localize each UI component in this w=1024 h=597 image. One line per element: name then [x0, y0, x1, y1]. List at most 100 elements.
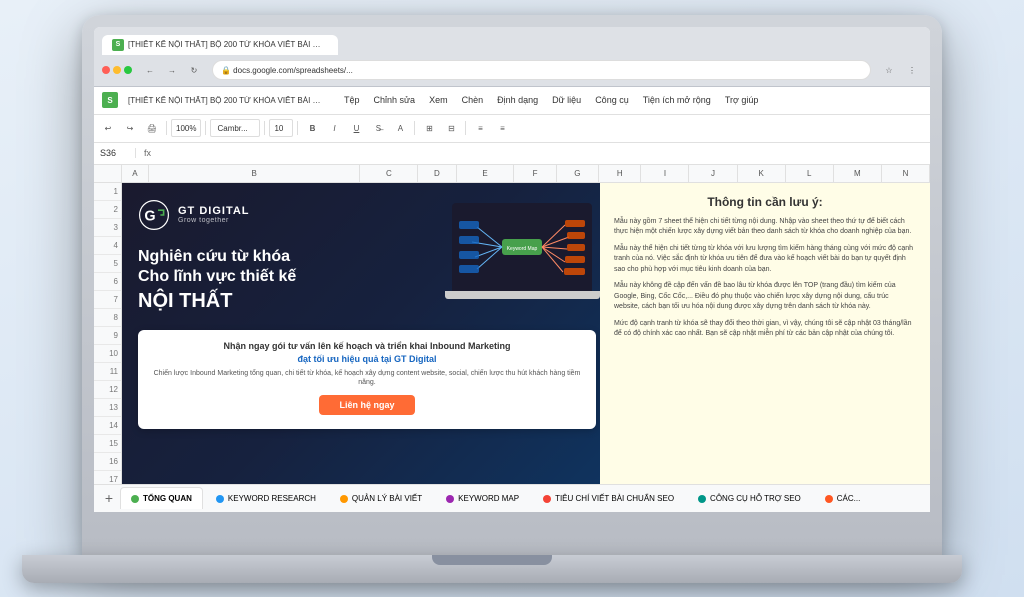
- col-header-m[interactable]: M: [834, 165, 882, 182]
- col-header-d[interactable]: D: [418, 165, 456, 182]
- tab-label-cong-cu: CÔNG CỤ HỖ TRỢ SEO: [710, 494, 801, 503]
- card-title-line2: đạt tối ưu hiệu quả tại GT Digital: [152, 353, 582, 366]
- tab-dot-quan-ly: [340, 495, 348, 503]
- separator: [166, 121, 167, 135]
- row-14: 14: [94, 417, 121, 435]
- row-7: 7: [94, 291, 121, 309]
- row-4: 4: [94, 237, 121, 255]
- sheet-tab-tong-quan[interactable]: TỔNG QUAN: [120, 487, 203, 509]
- align-center-button[interactable]: ≡: [492, 118, 512, 138]
- back-button[interactable]: ←: [140, 60, 160, 80]
- svg-text:G: G: [144, 208, 155, 224]
- maximize-dot[interactable]: [124, 66, 132, 74]
- laptop-base: [22, 555, 962, 583]
- row-9: 9: [94, 327, 121, 345]
- tab-dot-misc: [825, 495, 833, 503]
- undo-button[interactable]: ↩: [98, 118, 118, 138]
- menu-edit[interactable]: Chỉnh sửa: [370, 93, 420, 107]
- separator2: [205, 121, 206, 135]
- row-3: 3: [94, 219, 121, 237]
- row-12: 12: [94, 381, 121, 399]
- info-para-4: Mức độ cạnh tranh từ khóa sẽ thay đổi th…: [614, 319, 916, 340]
- separator3: [264, 121, 265, 135]
- card-title-line1: Nhận ngay gói tư vấn lên kế hoạch và tri…: [152, 340, 582, 353]
- tab-label-keyword-research: KEYWORD RESEARCH: [228, 494, 316, 503]
- cell-reference[interactable]: S36: [100, 148, 136, 158]
- tab-dot-tieu-chi: [543, 495, 551, 503]
- laptop-notch: [432, 555, 552, 565]
- col-header-e[interactable]: E: [457, 165, 515, 182]
- gt-digital-logo-icon: G: [138, 199, 170, 231]
- font-selector[interactable]: Cambr...: [210, 119, 260, 137]
- row-1: 1: [94, 183, 121, 201]
- menu-extensions[interactable]: Tiện ích mở rộng: [639, 93, 715, 107]
- separator4: [297, 121, 298, 135]
- reload-button[interactable]: ↻: [184, 60, 204, 80]
- italic-button[interactable]: I: [324, 118, 344, 138]
- col-header-c[interactable]: C: [360, 165, 418, 182]
- menu-insert[interactable]: Chèn: [458, 93, 488, 107]
- row-13: 13: [94, 399, 121, 417]
- menu-icon[interactable]: ⋮: [902, 60, 922, 80]
- sheet-tab-cong-cu[interactable]: CÔNG CỤ HỖ TRỢ SEO: [687, 487, 812, 509]
- column-headers: A B C D E F G H I J K L M N: [94, 165, 930, 183]
- fx-label: fx: [140, 148, 155, 158]
- col-header-n[interactable]: N: [882, 165, 930, 182]
- menu-file[interactable]: Tệp: [340, 93, 364, 107]
- active-tab[interactable]: S [THIẾT KẾ NỘI THẤT] BỘ 200 TỪ KHÓA VIẾ…: [102, 35, 338, 55]
- tab-dot-cong-cu: [698, 495, 706, 503]
- address-bar[interactable]: 🔒 docs.google.com/spreadsheets/...: [212, 60, 871, 80]
- tab-label-misc: CÁC...: [837, 494, 861, 503]
- menu-view[interactable]: Xem: [425, 93, 452, 107]
- info-panel: Thông tin cần lưu ý: Mẫu này gồm 7 sheet…: [600, 183, 930, 493]
- minimize-dot[interactable]: [113, 66, 121, 74]
- spreadsheet-body: 1 2 3 4 5 6 7 8 9 10 11 12 13 14: [94, 183, 930, 505]
- menu-help[interactable]: Trợ giúp: [721, 93, 763, 107]
- tab-label-quan-ly: QUẢN LÝ BÀI VIẾT: [352, 494, 422, 503]
- menu-data[interactable]: Dữ liệu: [548, 93, 585, 107]
- laptop-base-mini: [445, 291, 600, 299]
- laptop-screen-mini: Keyword Map: [452, 203, 592, 291]
- logo-text: GT DIGITAL Grow together: [178, 205, 250, 224]
- row-16: 16: [94, 453, 121, 471]
- close-dot[interactable]: [102, 66, 110, 74]
- bold-button[interactable]: B: [302, 118, 322, 138]
- row-8: 8: [94, 309, 121, 327]
- cta-button[interactable]: Liên hệ ngay: [319, 395, 414, 415]
- merge-button[interactable]: ⊟: [441, 118, 461, 138]
- info-para-1: Mẫu này gồm 7 sheet thể hiện chi tiết từ…: [614, 217, 916, 238]
- tab-dot-keyword-research: [216, 495, 224, 503]
- sheet-tab-tieu-chi[interactable]: TIÊU CHÍ VIẾT BÀI CHUẨN SEO: [532, 487, 685, 509]
- sheet-tab-quan-ly[interactable]: QUẢN LÝ BÀI VIẾT: [329, 487, 433, 509]
- zoom-selector[interactable]: 100%: [171, 119, 201, 137]
- menu-tools[interactable]: Công cụ: [591, 93, 633, 107]
- col-header-i[interactable]: I: [641, 165, 689, 182]
- col-header-k[interactable]: K: [738, 165, 786, 182]
- col-header-f[interactable]: F: [514, 165, 556, 182]
- col-header-j[interactable]: J: [689, 165, 737, 182]
- info-panel-title: Thông tin cần lưu ý:: [614, 195, 916, 209]
- sheets-logo: S: [102, 92, 118, 108]
- borders-button[interactable]: ⊞: [419, 118, 439, 138]
- underline-button[interactable]: U: [346, 118, 366, 138]
- sheet-tab-misc[interactable]: CÁC...: [814, 487, 872, 509]
- align-left-button[interactable]: ≡: [470, 118, 490, 138]
- row-num-header: [94, 165, 122, 182]
- star-icon[interactable]: ☆: [879, 60, 899, 80]
- col-header-l[interactable]: L: [786, 165, 834, 182]
- text-color-button[interactable]: A: [390, 118, 410, 138]
- forward-button[interactable]: →: [162, 60, 182, 80]
- print-button[interactable]: 🖨: [142, 118, 162, 138]
- redo-button[interactable]: ↪: [120, 118, 140, 138]
- sheet-tab-keyword-research[interactable]: KEYWORD RESEARCH: [205, 487, 327, 509]
- add-sheet-button[interactable]: +: [98, 487, 120, 509]
- col-header-g[interactable]: G: [557, 165, 599, 182]
- col-header-a[interactable]: A: [122, 165, 149, 182]
- col-header-h[interactable]: H: [599, 165, 641, 182]
- strikethrough-button[interactable]: S̶: [368, 118, 388, 138]
- col-header-b[interactable]: B: [149, 165, 361, 182]
- menu-format[interactable]: Định dạng: [493, 93, 542, 107]
- sheet-tab-keyword-map[interactable]: KEYWORD MAP: [435, 487, 530, 509]
- tab-label-keyword-map: KEYWORD MAP: [458, 494, 519, 503]
- font-size-selector[interactable]: 10: [269, 119, 293, 137]
